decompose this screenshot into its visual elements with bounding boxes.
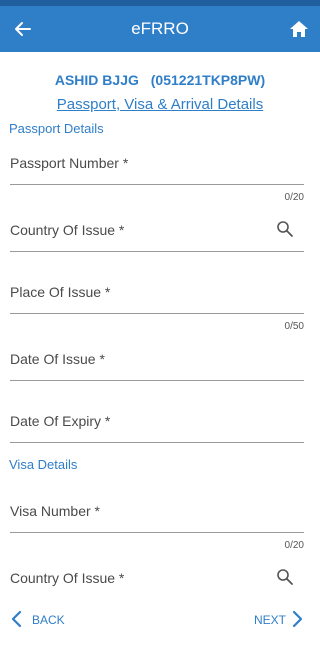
date-of-expiry-field[interactable]: Date Of Expiry * <box>10 403 304 443</box>
passport-number-underline <box>10 184 304 185</box>
section-heading: Passport, Visa & Arrival Details <box>56 96 264 113</box>
visa-number-counter: 0/20 <box>284 540 304 551</box>
visa-details-title: Visa Details <box>9 457 78 472</box>
next-button[interactable]: NEXT <box>254 608 304 632</box>
date-of-expiry-underline <box>10 442 304 443</box>
footer-nav: BACK NEXT <box>0 598 320 645</box>
passport-country-underline <box>10 251 304 252</box>
visa-number-label: Visa Number * <box>10 503 101 519</box>
app-title: eFRRO <box>131 19 189 38</box>
place-of-issue-underline <box>10 313 304 314</box>
visa-country-of-issue-label: Country Of Issue * <box>10 570 125 586</box>
date-of-issue-label: Date Of Issue * <box>10 351 105 367</box>
date-of-expiry-label: Date Of Expiry * <box>10 413 111 429</box>
applicant-info: ASHID BJJG (051221TKP8PW) <box>0 72 320 88</box>
back-button[interactable]: BACK <box>10 608 65 632</box>
chevron-left-icon <box>10 610 22 631</box>
place-of-issue-counter: 0/50 <box>284 321 304 332</box>
applicant-id: (051221TKP8PW) <box>150 72 266 88</box>
date-of-issue-field[interactable]: Date Of Issue * <box>10 341 304 381</box>
visa-country-of-issue-field[interactable]: Country Of Issue * <box>10 560 304 598</box>
visa-number-field[interactable]: Visa Number * <box>10 493 304 533</box>
search-icon[interactable] <box>276 220 294 238</box>
next-button-label: NEXT <box>253 613 286 627</box>
visa-number-underline <box>10 532 304 533</box>
back-button-label: BACK <box>32 613 65 627</box>
applicant-name: ASHID BJJG <box>54 72 139 88</box>
passport-country-of-issue-field[interactable]: Country Of Issue * <box>10 212 304 252</box>
search-icon[interactable] <box>276 568 294 586</box>
app-bar: eFRRO <box>0 6 320 52</box>
place-of-issue-label: Place Of Issue * <box>10 284 111 300</box>
chevron-right-icon <box>292 610 304 631</box>
passport-number-counter: 0/20 <box>284 192 304 203</box>
passport-number-label: Passport Number * <box>10 155 129 171</box>
passport-number-field[interactable]: Passport Number * <box>10 145 304 185</box>
passport-details-title: Passport Details <box>9 121 104 136</box>
place-of-issue-field[interactable]: Place Of Issue * <box>10 274 304 314</box>
date-of-issue-underline <box>10 380 304 381</box>
passport-country-of-issue-label: Country Of Issue * <box>10 222 125 238</box>
form-content: ASHID BJJG (051221TKP8PW) Passport, Visa… <box>0 52 320 598</box>
home-icon[interactable] <box>288 18 310 40</box>
